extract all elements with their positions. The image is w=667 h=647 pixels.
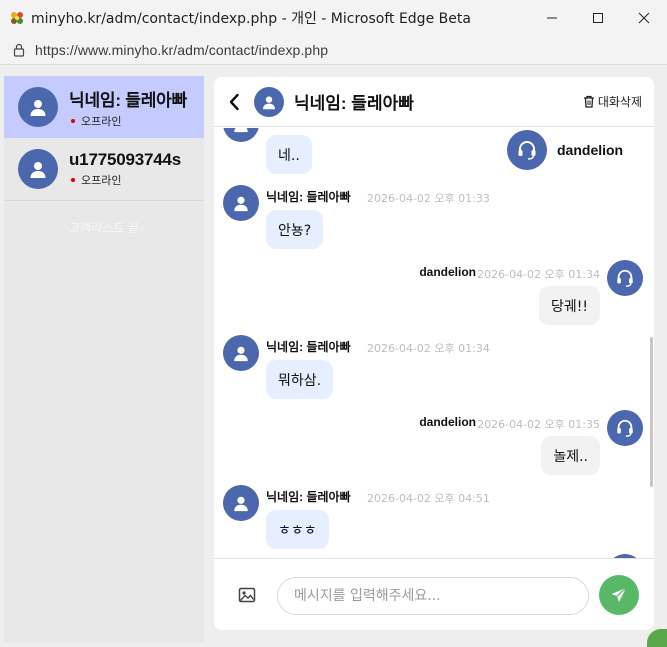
message-sender: dandelion [419,265,476,279]
close-button[interactable] [621,0,667,36]
user-icon [254,86,284,117]
customer-item-2[interactable]: u1775093744s 오프라인 [4,138,204,200]
minimize-icon [547,17,557,19]
message-time: 2026-04-02 오후 01:35 [477,418,600,431]
delete-chat-button[interactable]: 대화삭제 [583,93,642,110]
offline-dot [71,178,75,182]
message-list: 네.. dandelion 닉네임: 들레아빠 2026-04-02 오후 01… [214,128,654,558]
page-content: 닉네임: 들레아빠 오프라인 u1775093744s 오프라인 -고객리스트 … [0,66,667,647]
message-bubble: 안뇽? [266,210,324,249]
message-time: 2026-04-02 오후 04:51 [367,492,490,505]
headset-icon [607,260,643,296]
message-time: 2026-04-02 오후 01:33 [367,192,490,205]
agent-card: dandelion [507,128,652,172]
offline-dot [71,118,75,123]
user-icon [223,185,259,221]
url-text[interactable]: https://www.minyho.kr/adm/contact/indexp… [35,42,328,58]
user-icon [18,87,58,127]
message-bubble: 네.. [266,135,312,174]
message-bubble: 당궤!! [539,286,600,325]
user-icon [223,335,259,371]
status-badge: 오프라인 [69,113,187,129]
message-input[interactable] [277,577,589,615]
message-time: 2026-04-02 오후 01:34 [477,268,600,281]
corner-decoration [647,629,667,647]
address-bar[interactable]: https://www.minyho.kr/adm/contact/indexp… [0,36,667,65]
message-bubble: 뭐하삼. [266,360,334,399]
headset-icon [607,410,643,446]
customer-name: u1775093744s [69,150,181,169]
chat-title: 닉네임: 들레아빠 [294,94,414,113]
flower-icon [9,10,25,26]
close-icon [638,12,650,24]
send-icon [611,587,627,602]
window-controls [529,0,667,36]
minimize-button[interactable] [529,0,575,36]
message-sender: dandelion [419,415,476,429]
message-scrollbar[interactable] [650,337,653,487]
message-composer [214,558,654,630]
message-bubble: ㅎㅎㅎ [266,510,329,549]
status-text: 오프라인 [81,114,122,128]
chat-header: 닉네임: 들레아빠 대화삭제 [214,77,654,127]
image-icon[interactable] [238,587,256,603]
headset-icon [507,130,547,170]
status-badge: 오프라인 [69,172,181,188]
agent-name: dandelion [557,142,624,158]
message-sender: 닉네임: 들레아빠 [266,340,351,354]
customer-item-1[interactable]: 닉네임: 들레아빠 오프라인 [4,76,204,138]
list-end-label: -고객리스트 끝- [64,221,144,235]
lock-icon [12,43,26,57]
customer-name: 닉네임: 들레아빠 [69,90,188,110]
trash-icon [583,95,594,108]
maximize-button[interactable] [575,0,621,36]
customer-list: 닉네임: 들레아빠 오프라인 u1775093744s 오프라인 -고객리스트 … [4,76,204,642]
divider [4,200,204,201]
message-time: 2026-04-02 오후 01:34 [367,342,490,355]
delete-label: 대화삭제 [597,95,642,109]
status-text: 오프라인 [81,174,122,187]
chat-panel: 닉네임: 들레아빠 대화삭제 네.. dandelion 닉네임: 들레아빠 2… [214,77,654,630]
message-sender: 닉네임: 들레아빠 [266,490,351,504]
user-icon [223,128,259,142]
user-icon [18,149,58,189]
chevron-left-icon[interactable] [228,93,240,111]
user-icon [223,485,259,521]
window-title: minyho.kr/adm/contact/indexp.php - 개인 - … [31,11,471,27]
maximize-icon [593,13,603,23]
message-bubble: 놀제.. [541,436,600,475]
message-sender: 닉네임: 들레아빠 [266,190,351,204]
window-titlebar: minyho.kr/adm/contact/indexp.php - 개인 - … [0,0,667,36]
send-button[interactable] [599,575,639,615]
